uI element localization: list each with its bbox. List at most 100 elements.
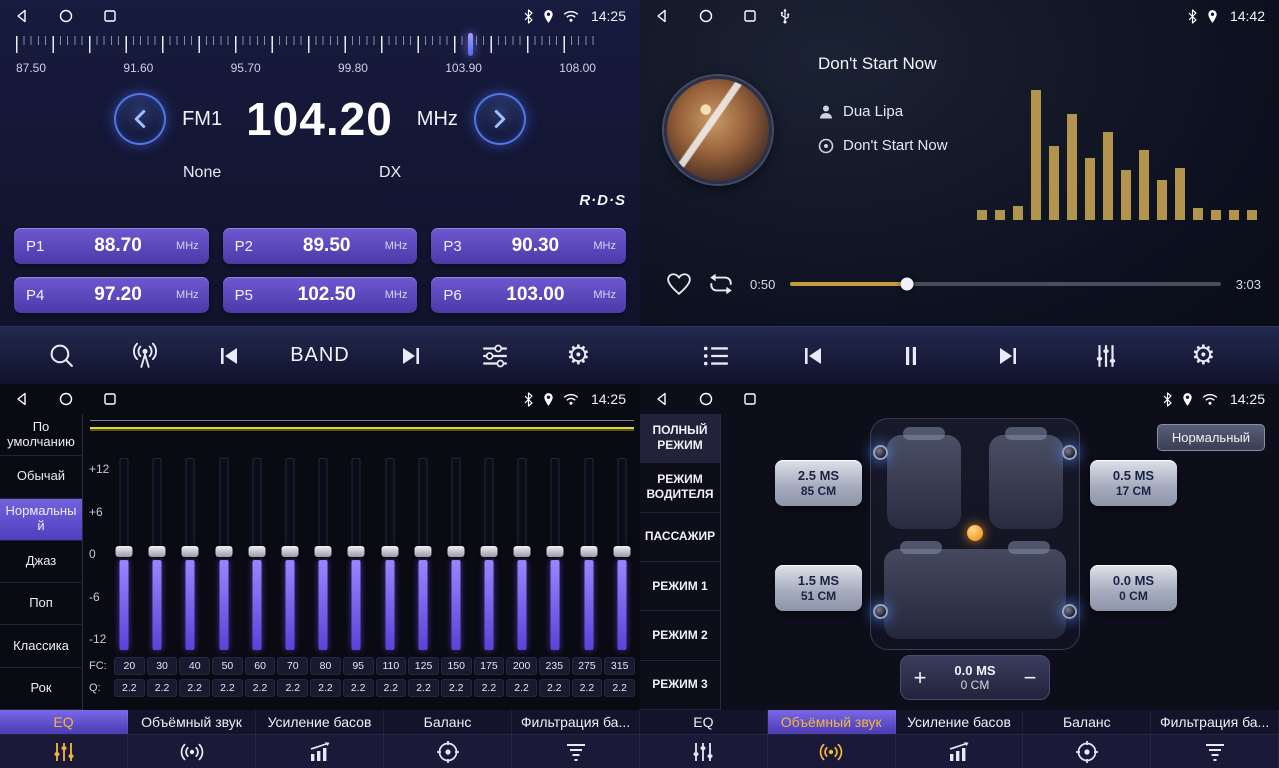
preset-button[interactable]: P2 89.50 MHz: [223, 228, 418, 264]
slider-knob[interactable]: [613, 546, 630, 557]
eq-preset-item[interactable]: По умолчанию: [0, 414, 82, 456]
eq-band-slider[interactable]: [545, 458, 565, 650]
slider-knob[interactable]: [414, 546, 431, 557]
slider-knob[interactable]: [481, 546, 498, 557]
next-button[interactable]: [389, 344, 433, 368]
back-button[interactable]: [14, 391, 30, 407]
eq-band-slider[interactable]: [413, 458, 433, 650]
tab-icon-surround[interactable]: [768, 735, 896, 768]
eq-preset-item[interactable]: Рок: [0, 668, 82, 710]
tab-eq[interactable]: EQ: [0, 710, 128, 734]
eq-preset-item[interactable]: Поп: [0, 583, 82, 625]
delay-front-left[interactable]: 2.5 MS 85 CM: [775, 460, 862, 506]
tab-icon-eq[interactable]: [640, 735, 768, 768]
listening-position-marker[interactable]: [967, 525, 983, 541]
back-button[interactable]: [654, 391, 670, 407]
eq-band-slider[interactable]: [380, 458, 400, 650]
recents-button[interactable]: [742, 391, 758, 407]
eq-band-slider[interactable]: [247, 458, 267, 650]
eq-band-slider[interactable]: [579, 458, 599, 650]
home-button[interactable]: [58, 8, 74, 24]
preset-button[interactable]: P3 90.30 MHz: [431, 228, 626, 264]
preset-button[interactable]: P5 102.50 MHz: [223, 277, 418, 313]
tab-bass-boost[interactable]: Усиление басов: [256, 710, 384, 734]
back-button[interactable]: [654, 8, 670, 24]
eq-band-slider[interactable]: [180, 458, 200, 650]
delay-front-right[interactable]: 0.5 MS 17 CM: [1090, 460, 1177, 506]
tune-up-button[interactable]: [474, 93, 526, 145]
previous-button[interactable]: [207, 344, 251, 368]
scan-button[interactable]: [40, 342, 84, 369]
next-track-button[interactable]: [986, 344, 1030, 368]
eq-preset-item[interactable]: Нормальный: [0, 499, 82, 541]
eq-band-slider[interactable]: [214, 458, 234, 650]
slider-knob[interactable]: [315, 546, 332, 557]
increase-delay-button[interactable]: +: [901, 665, 939, 691]
playlist-button[interactable]: [694, 344, 738, 368]
settings-button[interactable]: ⚙: [1181, 342, 1225, 369]
soundfield-mode-item[interactable]: РЕЖИМ 1: [640, 562, 720, 611]
eq-band-slider[interactable]: [280, 458, 300, 650]
band-button[interactable]: BAND: [290, 344, 350, 367]
broadcast-button[interactable]: [123, 342, 167, 369]
preset-button[interactable]: P1 88.70 MHz: [14, 228, 209, 264]
slider-knob[interactable]: [248, 546, 265, 557]
eq-preset-item[interactable]: Обычай: [0, 456, 82, 498]
eq-band-slider[interactable]: [114, 458, 134, 650]
slider-knob[interactable]: [580, 546, 597, 557]
tab-balance[interactable]: Баланс: [384, 710, 512, 734]
eq-band-slider[interactable]: [346, 458, 366, 650]
tab-icon-filter[interactable]: [1151, 735, 1279, 768]
eq-preset-item[interactable]: Классика: [0, 625, 82, 667]
recents-button[interactable]: [102, 8, 118, 24]
tab-icon-balance[interactable]: [384, 735, 512, 768]
audio-settings-button[interactable]: [473, 343, 517, 369]
soundfield-preset-button[interactable]: Нормальный: [1157, 424, 1265, 451]
eq-band-slider[interactable]: [313, 458, 333, 650]
tab-icon-eq[interactable]: [0, 735, 128, 768]
audio-settings-button[interactable]: [1084, 343, 1128, 369]
frequency-scale[interactable]: 87.5091.6095.7099.80103.90108.00: [16, 36, 596, 82]
tab-icon-surround[interactable]: [128, 735, 256, 768]
slider-knob[interactable]: [281, 546, 298, 557]
eq-band-slider[interactable]: [612, 458, 632, 650]
slider-knob[interactable]: [182, 546, 199, 557]
pause-button[interactable]: [889, 343, 933, 369]
preset-button[interactable]: P6 103.00 MHz: [431, 277, 626, 313]
favorite-button[interactable]: [666, 272, 692, 296]
decrease-delay-button[interactable]: −: [1011, 665, 1049, 691]
repeat-button[interactable]: [707, 272, 735, 296]
tab-surround[interactable]: Объёмный звук: [128, 710, 256, 734]
delay-rear-left[interactable]: 1.5 MS 51 CM: [775, 565, 862, 611]
slider-knob[interactable]: [215, 546, 232, 557]
settings-button[interactable]: ⚙: [556, 342, 600, 369]
progress-bar[interactable]: [790, 282, 1220, 286]
tab-eq[interactable]: EQ: [640, 710, 768, 734]
preset-button[interactable]: P4 97.20 MHz: [14, 277, 209, 313]
tab-bass-boost[interactable]: Усиление басов: [896, 710, 1024, 734]
slider-knob[interactable]: [116, 546, 133, 557]
tab-icon-balance[interactable]: [1023, 735, 1151, 768]
soundfield-mode-item[interactable]: РЕЖИМ 3: [640, 661, 720, 710]
delay-rear-right[interactable]: 0.0 MS 0 CM: [1090, 565, 1177, 611]
eq-band-slider[interactable]: [479, 458, 499, 650]
tab-icon-filter[interactable]: [512, 735, 640, 768]
tab-surround[interactable]: Объёмный звук: [768, 710, 896, 734]
home-button[interactable]: [698, 8, 714, 24]
soundfield-mode-item[interactable]: РЕЖИМ 2: [640, 611, 720, 660]
recents-button[interactable]: [102, 391, 118, 407]
tab-icon-bass-boost[interactable]: [256, 735, 384, 768]
eq-band-slider[interactable]: [446, 458, 466, 650]
slider-knob[interactable]: [547, 546, 564, 557]
home-button[interactable]: [698, 391, 714, 407]
home-button[interactable]: [58, 391, 74, 407]
recents-button[interactable]: [742, 8, 758, 24]
previous-track-button[interactable]: [791, 344, 835, 368]
soundfield-mode-item[interactable]: ПОЛНЫЙ РЕЖИМ: [640, 414, 720, 463]
tab-icon-bass-boost[interactable]: [896, 735, 1024, 768]
tab-balance[interactable]: Баланс: [1023, 710, 1151, 734]
slider-knob[interactable]: [149, 546, 166, 557]
slider-knob[interactable]: [381, 546, 398, 557]
slider-knob[interactable]: [447, 546, 464, 557]
eq-band-slider[interactable]: [512, 458, 532, 650]
